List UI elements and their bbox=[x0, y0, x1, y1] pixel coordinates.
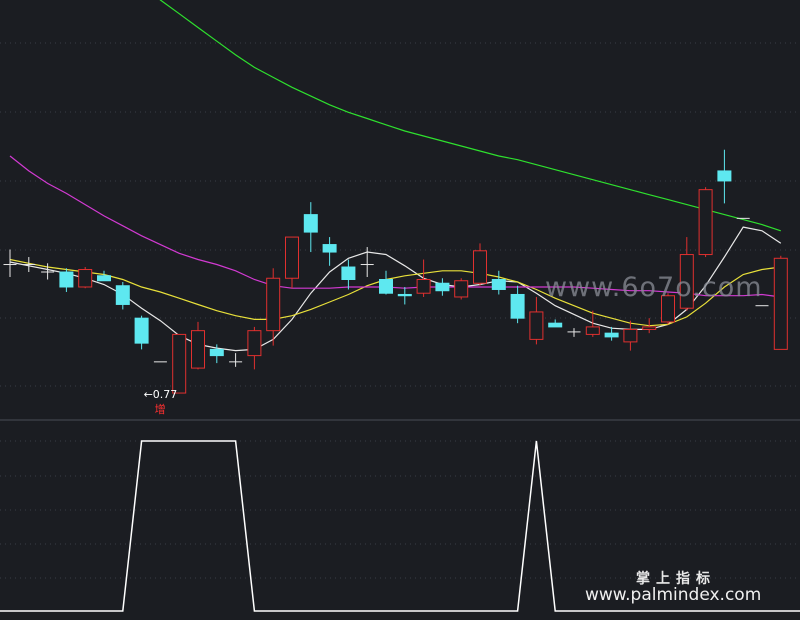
candle-body bbox=[585, 326, 600, 335]
candle-body bbox=[322, 244, 337, 253]
candle-body bbox=[97, 275, 111, 282]
candle bbox=[510, 285, 525, 324]
candle bbox=[229, 353, 243, 367]
candle bbox=[191, 321, 205, 370]
candle-body bbox=[172, 333, 187, 394]
candle-body bbox=[773, 257, 788, 350]
candle-body bbox=[717, 170, 732, 182]
indicator-panel-grid bbox=[0, 440, 800, 579]
candle bbox=[773, 255, 788, 350]
stock-chart: ←0.77增 bbox=[0, 0, 800, 612]
price-panel-grid bbox=[0, 42, 800, 387]
candle-body bbox=[491, 278, 506, 290]
candle bbox=[78, 267, 93, 289]
candle bbox=[717, 149, 732, 204]
candle-body bbox=[59, 271, 74, 288]
candle bbox=[548, 319, 563, 328]
candle-body bbox=[435, 282, 450, 292]
candle-body bbox=[115, 285, 130, 305]
candle-body bbox=[454, 280, 469, 298]
candle-body bbox=[341, 266, 356, 280]
candle bbox=[59, 268, 74, 292]
candle bbox=[379, 270, 393, 295]
candle-body bbox=[397, 293, 412, 297]
candle bbox=[360, 247, 374, 278]
candle bbox=[303, 202, 318, 253]
low-value-label: ←0.77 bbox=[144, 388, 178, 401]
candle bbox=[285, 236, 299, 289]
candle-body bbox=[191, 330, 205, 369]
candle bbox=[341, 259, 356, 290]
candle bbox=[172, 333, 187, 394]
candle bbox=[567, 328, 581, 337]
candle bbox=[97, 270, 111, 282]
candle bbox=[454, 278, 469, 300]
candle-body bbox=[247, 330, 262, 357]
ma-line-3 bbox=[159, 0, 781, 232]
candle-body bbox=[134, 317, 149, 344]
candle bbox=[623, 320, 638, 351]
watermark-url: www.palmindex.com bbox=[585, 585, 762, 605]
candle bbox=[22, 257, 36, 273]
candle bbox=[491, 270, 506, 295]
candle-body bbox=[416, 278, 431, 294]
candle-body bbox=[266, 277, 281, 332]
candle bbox=[529, 296, 544, 345]
watermark-top: www.6o7o.com bbox=[545, 272, 763, 303]
candle-body bbox=[473, 250, 487, 284]
candle bbox=[416, 259, 431, 297]
candle-body bbox=[78, 269, 93, 288]
candle bbox=[322, 237, 337, 266]
candle-body bbox=[285, 236, 299, 279]
candle-body bbox=[623, 328, 638, 343]
candle-body bbox=[379, 278, 393, 294]
candle bbox=[397, 286, 412, 305]
candle-body bbox=[642, 326, 657, 330]
candle bbox=[247, 326, 262, 370]
candle-body bbox=[548, 322, 563, 328]
candle-body bbox=[698, 189, 713, 256]
candle-body bbox=[510, 293, 525, 319]
price-annotations: ←0.77增 bbox=[144, 388, 178, 416]
candle bbox=[115, 281, 130, 310]
candle bbox=[435, 278, 450, 296]
candle-body bbox=[209, 348, 224, 357]
candle-body bbox=[604, 332, 619, 338]
candle-body bbox=[303, 214, 318, 233]
signal-label: 增 bbox=[155, 402, 166, 416]
candle bbox=[134, 315, 149, 350]
candle bbox=[698, 187, 713, 258]
candle-body bbox=[529, 311, 544, 340]
